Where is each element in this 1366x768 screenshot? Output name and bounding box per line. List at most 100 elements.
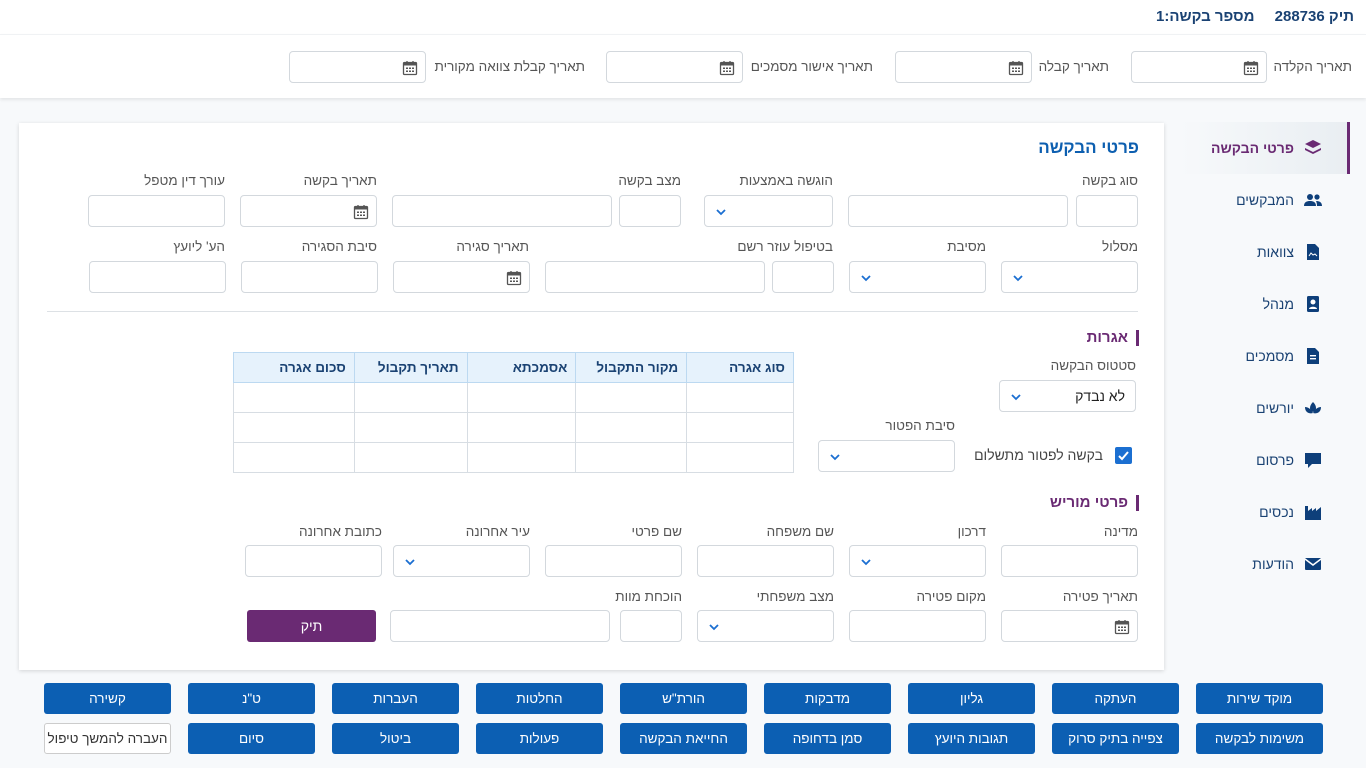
registrar-assistant-input[interactable] xyxy=(545,261,765,293)
action-button[interactable]: גליון xyxy=(908,683,1035,714)
table-row[interactable] xyxy=(233,382,794,413)
action-button[interactable]: פעולות xyxy=(476,723,603,754)
column-header[interactable]: סוג אגרה xyxy=(686,352,794,383)
closing-date-input[interactable] xyxy=(393,261,530,293)
request-date-input[interactable] xyxy=(240,195,377,227)
death-proof-input[interactable] xyxy=(390,610,610,642)
chevron-down-icon xyxy=(861,275,871,282)
docs-approval-date-label: תאריך אישור מסמכים xyxy=(750,59,873,74)
action-button[interactable]: העתקה xyxy=(1052,683,1179,714)
exemption-reason-select[interactable] xyxy=(818,440,955,472)
fees-table: סוג אגרה מקור התקבול אסמכתא תאריך תקבול סכום… xyxy=(233,352,794,473)
check-icon xyxy=(1118,451,1129,461)
table-cell xyxy=(233,382,355,413)
typing-date-label: תאריך הקלדה xyxy=(1273,59,1352,74)
advisor-note-input[interactable] xyxy=(89,261,226,293)
death-proof-code-input[interactable] xyxy=(620,610,682,642)
action-button[interactable]: משימות לבקשה xyxy=(1196,723,1323,754)
reason-select[interactable] xyxy=(849,261,986,293)
file-number: תיק 288736 xyxy=(1274,8,1354,25)
death-place-input[interactable] xyxy=(849,610,986,642)
table-cell xyxy=(466,382,577,413)
receipt-date-input[interactable] xyxy=(895,51,1032,83)
action-button[interactable]: החייאת הבקשה xyxy=(620,723,747,754)
request-type-code-input[interactable] xyxy=(1076,195,1138,227)
action-button[interactable]: הורת"ש xyxy=(620,683,747,714)
request-type-input[interactable] xyxy=(848,195,1068,227)
action-button[interactable]: ביטול xyxy=(332,723,459,754)
receipt-date-label: תאריך קבלה xyxy=(1038,59,1109,74)
file-button[interactable]: תיק xyxy=(247,610,376,642)
column-header[interactable]: אסמכתא xyxy=(466,352,577,383)
original-will-date-input[interactable] xyxy=(289,51,426,83)
calendar-icon[interactable] xyxy=(1008,60,1024,76)
last-address-input[interactable] xyxy=(245,545,382,577)
action-button[interactable]: ט"נ xyxy=(188,683,315,714)
registrar-assistant-code-input[interactable] xyxy=(772,261,834,293)
sidebar-item-8[interactable]: נכסים xyxy=(1180,486,1350,538)
page-title: פרטי הבקשה xyxy=(1038,138,1139,157)
sidebar-item-9[interactable]: הודעות xyxy=(1180,538,1350,590)
table-cell xyxy=(575,382,688,413)
death-date-input[interactable] xyxy=(1001,610,1138,642)
calendar-icon[interactable] xyxy=(1243,60,1259,76)
closing-reason-input[interactable] xyxy=(241,261,378,293)
action-button[interactable]: מוקד שירות xyxy=(1196,683,1323,714)
submitted-via-select[interactable] xyxy=(704,195,833,227)
request-state-input[interactable] xyxy=(392,195,612,227)
request-date-label: תאריך בקשה xyxy=(303,173,377,188)
table-cell xyxy=(686,442,794,473)
docs-approval-date-input[interactable] xyxy=(606,51,743,83)
deceased-section-title: פרטי מוריש xyxy=(1050,495,1139,511)
table-row[interactable] xyxy=(233,412,794,443)
track-select[interactable] xyxy=(1001,261,1138,293)
sidebar-item-6[interactable]: יורשים xyxy=(1180,382,1350,434)
country-input[interactable] xyxy=(1001,545,1138,577)
request-status-select[interactable]: לא נבדק xyxy=(999,380,1136,412)
table-row[interactable] xyxy=(233,442,794,473)
first-name-input[interactable] xyxy=(545,545,682,577)
table-cell xyxy=(353,382,468,413)
action-button[interactable]: מדבקות xyxy=(764,683,891,714)
last-name-input[interactable] xyxy=(697,545,834,577)
sidebar-item-1[interactable]: פרטי הבקשה xyxy=(1180,122,1350,174)
action-button[interactable]: החלטות xyxy=(476,683,603,714)
calendar-icon[interactable] xyxy=(719,60,735,76)
calendar-icon[interactable] xyxy=(1114,619,1130,635)
sidebar-item-label: הודעות xyxy=(1252,556,1294,572)
handling-lawyer-input[interactable] xyxy=(88,195,225,227)
exemption-checkbox-label[interactable]: בקשה לפטור מתשלום xyxy=(974,447,1103,463)
sidebar-item-label: צוואות xyxy=(1256,244,1294,260)
column-header[interactable]: תאריך תקבול xyxy=(353,352,468,383)
request-state-code-input[interactable] xyxy=(619,195,681,227)
action-button[interactable]: העברות xyxy=(332,683,459,714)
action-button[interactable]: צפייה בתיק סרוק xyxy=(1052,723,1179,754)
signed-document-icon xyxy=(1307,244,1319,260)
column-header[interactable]: מקור התקבול xyxy=(575,352,688,383)
column-header[interactable]: סכום אגרה xyxy=(233,352,355,383)
sidebar-item-5[interactable]: מסמכים xyxy=(1180,330,1350,382)
sidebar-item-3[interactable]: צוואות xyxy=(1180,226,1350,278)
calendar-icon[interactable] xyxy=(506,270,522,286)
action-button[interactable]: סיום xyxy=(188,723,315,754)
industry-icon xyxy=(1305,506,1321,520)
sidebar-item-4[interactable]: מנהל xyxy=(1180,278,1350,330)
action-button[interactable]: סמן בדחופה xyxy=(764,723,891,754)
passport-select[interactable] xyxy=(849,545,986,577)
action-button[interactable]: קשירה xyxy=(44,683,171,714)
registrar-assistant-label: בטיפול עוזר רשם xyxy=(737,239,833,254)
calendar-icon[interactable] xyxy=(353,204,369,220)
last-city-select[interactable] xyxy=(393,545,530,577)
table-cell xyxy=(686,412,794,443)
death-proof-label: הוכחת מוות xyxy=(615,589,682,604)
sidebar-item-7[interactable]: פרסום xyxy=(1180,434,1350,486)
typing-date-input[interactable] xyxy=(1131,51,1267,83)
action-button[interactable]: העברה להמשך טיפול xyxy=(44,723,171,754)
action-button[interactable]: תגובות היועץ xyxy=(908,723,1035,754)
track-label: מסלול xyxy=(1102,239,1138,254)
calendar-icon[interactable] xyxy=(402,60,418,76)
marital-status-select[interactable] xyxy=(697,610,834,642)
layers-icon xyxy=(1305,140,1321,154)
sidebar-item-2[interactable]: המבקשים xyxy=(1180,174,1350,226)
exemption-checkbox[interactable] xyxy=(1115,447,1132,464)
